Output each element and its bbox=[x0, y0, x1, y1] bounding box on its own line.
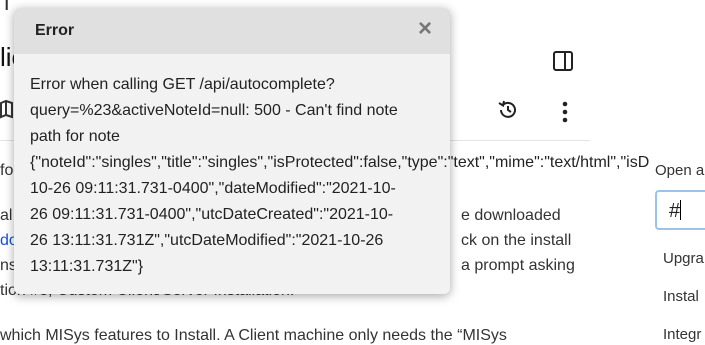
text-fragment: al bbox=[0, 207, 13, 224]
message-line: 26 09:11:31.731-0400","utcDateCreated":"… bbox=[30, 206, 394, 223]
message-line: query=%23&activeNoteId=null: 500 - Can't… bbox=[30, 102, 398, 119]
message-line: 10-26 09:11:31.731-0400","dateModified":… bbox=[30, 180, 396, 197]
map-icon[interactable] bbox=[0, 98, 14, 122]
title-fragment-top: T bbox=[0, 0, 14, 15]
list-item[interactable]: Integr bbox=[663, 326, 701, 343]
error-dialog: Error × Error when calling GET /api/auto… bbox=[14, 8, 649, 294]
list-item[interactable]: Instal bbox=[663, 288, 699, 305]
error-message: Error when calling GET /api/autocomplete… bbox=[30, 72, 705, 280]
close-icon[interactable]: × bbox=[414, 17, 436, 41]
sidebar-toggle-icon[interactable] bbox=[552, 50, 574, 72]
message-line: 13:11:31.731Z"} bbox=[30, 258, 144, 275]
text-fragment: which MISys features to Install. A Clien… bbox=[0, 327, 507, 344]
message-line: Error when calling GET /api/autocomplete… bbox=[30, 76, 335, 93]
message-line: {"noteId":"singles","title":"singles","i… bbox=[30, 154, 650, 171]
message-line: 26 13:11:31.731Z","utcDateModified":"202… bbox=[30, 232, 384, 249]
dialog-header: Error × bbox=[14, 8, 450, 54]
dialog-title: Error bbox=[35, 22, 75, 39]
text-fragment: fo bbox=[0, 162, 14, 179]
message-line: path for note bbox=[30, 128, 120, 145]
